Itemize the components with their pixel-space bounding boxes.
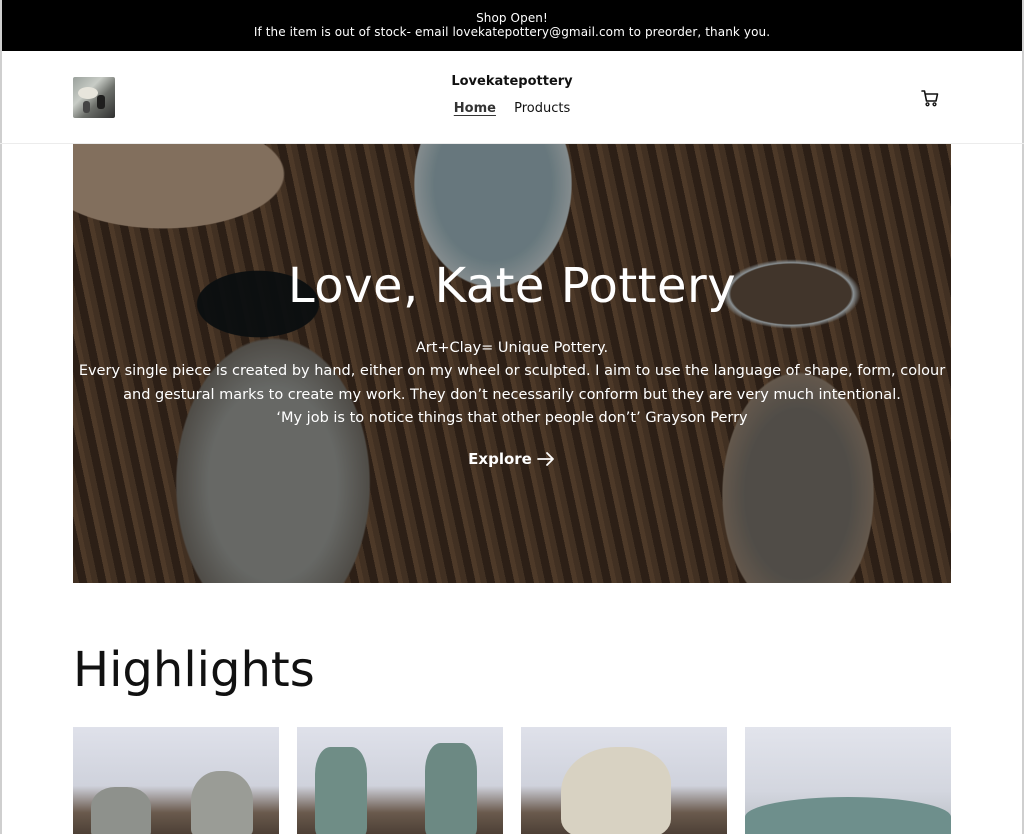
- hero-text-line: Art+Clay= Unique Pottery.: [415, 340, 609, 356]
- hero-text-line: ‘My job is to notice things that other p…: [276, 409, 748, 426]
- pot-image: [91, 787, 151, 834]
- explore-label: Explore: [468, 450, 532, 469]
- explore-button[interactable]: Explore: [468, 450, 556, 468]
- announcement-line-1: Shop Open!: [476, 11, 548, 25]
- highlights-heading: Highlights: [73, 642, 315, 698]
- pot-image: [561, 747, 671, 834]
- brand-name[interactable]: Lovekatepottery: [0, 74, 1024, 89]
- highlight-card-3[interactable]: [521, 727, 727, 834]
- nav-item-home[interactable]: Home: [454, 101, 496, 116]
- hero-text: Art+Clay= Unique Pottery. Every single p…: [73, 337, 951, 430]
- cart-icon[interactable]: [920, 88, 940, 108]
- highlight-card-1[interactable]: [73, 727, 279, 834]
- hero-title: Love, Kate Pottery: [287, 258, 737, 314]
- highlight-card-4[interactable]: [745, 727, 951, 834]
- hero-banner: Love, Kate Pottery Art+Clay= Unique Pott…: [73, 144, 951, 583]
- announcement-line-2: If the item is out of stock- email lovek…: [253, 25, 771, 39]
- nav-item-products[interactable]: Products: [514, 101, 570, 116]
- site-header: Lovekatepottery Home Products: [0, 51, 1024, 144]
- pot-image: [315, 747, 367, 834]
- pot-image: [745, 797, 951, 834]
- hero-text-line: and gestural marks to create my work. Th…: [123, 386, 901, 403]
- highlight-card-2[interactable]: [297, 727, 503, 834]
- arrow-right-icon: [536, 452, 554, 467]
- hero-text-line: Every single piece is created by hand, e…: [78, 363, 946, 380]
- hero-content: Love, Kate Pottery Art+Clay= Unique Pott…: [73, 257, 951, 468]
- pot-image: [191, 771, 253, 834]
- main-nav: Home Products: [0, 101, 1024, 116]
- pot-image: [425, 743, 477, 834]
- announcement-bar: Shop Open! If the item is out of stock- …: [0, 0, 1024, 51]
